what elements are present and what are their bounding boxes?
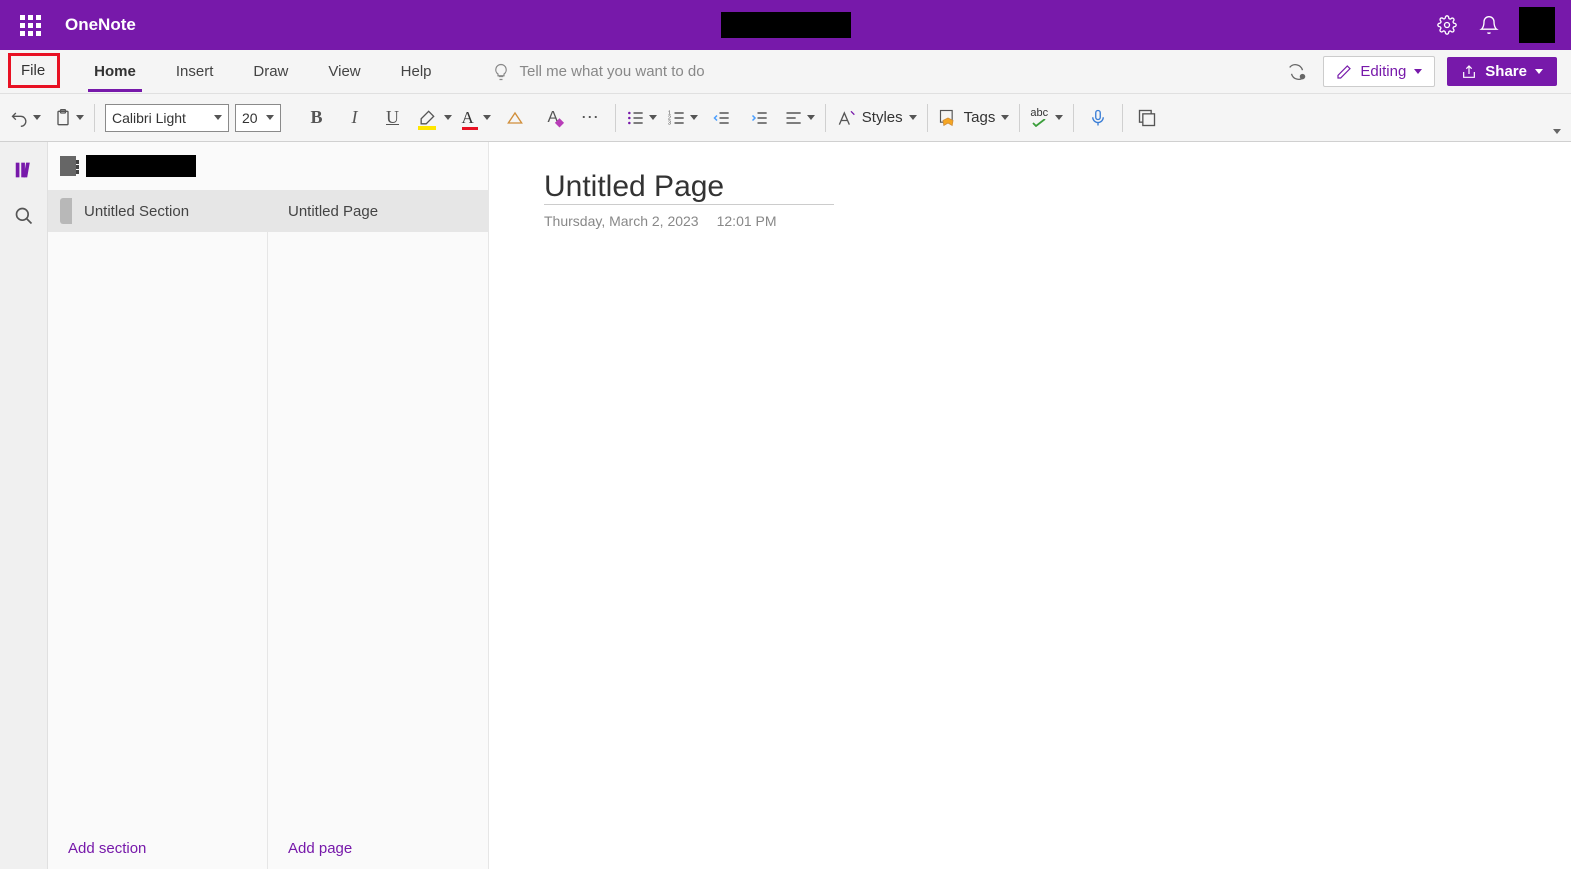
chevron-down-icon [266,115,274,120]
tags-label: Tags [964,109,996,126]
chevron-down-icon [649,115,657,120]
pages-list: Untitled Page Add page [268,190,488,869]
ribbon: Calibri Light 20 B I U A A◆ ⋯ [0,94,1571,142]
notebook-header[interactable] [48,142,488,190]
page-time: 12:01 PM [717,213,777,229]
navigation-pane: Untitled Section Add section Untitled Pa… [48,142,489,869]
font-name-select[interactable]: Calibri Light [105,104,229,132]
tab-help[interactable]: Help [393,57,440,86]
chevron-down-icon [909,115,917,120]
align-button[interactable] [784,108,815,128]
app-launcher[interactable] [10,5,50,45]
spell-label: abc [1030,108,1048,119]
font-color-swatch [462,127,478,130]
tags-button[interactable]: Tags [938,108,1010,128]
page-title-input[interactable]: Untitled Page [544,170,834,205]
chevron-down-icon [1535,69,1543,74]
main: Untitled Section Add section Untitled Pa… [0,142,1571,869]
chevron-down-icon [483,115,491,120]
user-avatar[interactable] [1519,7,1555,43]
document-title-redacted[interactable] [721,12,851,38]
chevron-down-icon [33,115,41,120]
highlight-button[interactable] [417,108,452,128]
sync-status-icon[interactable] [1283,58,1311,86]
page-canvas[interactable]: Untitled Page Thursday, March 2, 2023 12… [489,142,1571,869]
chevron-down-icon [1055,115,1063,120]
lightbulb-icon [492,63,510,81]
svg-text:3: 3 [668,120,671,126]
bold-button[interactable]: B [303,104,331,132]
font-size-value: 20 [242,110,258,126]
styles-icon [836,108,856,128]
spellcheck-button[interactable]: abc [1030,108,1063,127]
chevron-down-icon [214,115,222,120]
file-tab[interactable]: File [8,53,60,88]
add-section-button[interactable]: Add section [48,827,267,869]
font-color-button[interactable]: A [462,108,491,128]
section-tab-icon [60,198,72,224]
numbered-list-button[interactable]: 123 [667,108,698,128]
section-item[interactable]: Untitled Section [48,190,267,232]
page-label: Untitled Page [288,203,378,220]
titlebar: OneNote [0,0,1571,50]
pencil-icon [1336,64,1352,80]
page-date: Thursday, March 2, 2023 [544,213,699,229]
styles-button[interactable]: Styles [836,108,917,128]
share-icon [1461,64,1477,80]
sections-list: Untitled Section Add section [48,190,268,869]
tab-insert[interactable]: Insert [168,57,222,86]
share-button[interactable]: Share [1447,57,1557,86]
editing-label: Editing [1360,63,1406,80]
dictate-button[interactable] [1084,104,1112,132]
undo-button[interactable] [10,108,41,128]
tell-me-placeholder: Tell me what you want to do [520,63,705,80]
tab-view[interactable]: View [320,57,368,86]
waffle-icon [20,15,41,36]
chevron-down-icon [807,115,815,120]
clear-formatting-button[interactable] [501,104,529,132]
format-painter-button[interactable]: A◆ [539,104,567,132]
paste-button[interactable] [53,108,84,128]
highlight-color-swatch [418,126,436,130]
notebook-icon [60,156,76,176]
chevron-down-icon [76,115,84,120]
app-name: OneNote [65,15,136,35]
styles-label: Styles [862,109,903,126]
share-label: Share [1485,63,1527,80]
indent-button[interactable] [746,104,774,132]
left-rail [0,142,48,869]
chevron-down-icon [1414,69,1422,74]
chevron-down-icon [690,115,698,120]
tab-home[interactable]: Home [86,57,144,86]
menubar: File Home Insert Draw View Help Tell me … [0,50,1571,94]
tab-draw[interactable]: Draw [245,57,296,86]
notifications-icon[interactable] [1477,13,1501,37]
chevron-down-icon [1001,115,1009,120]
settings-icon[interactable] [1435,13,1459,37]
tell-me-search[interactable]: Tell me what you want to do [492,63,705,81]
more-formatting-button[interactable]: ⋯ [577,104,605,132]
font-name-value: Calibri Light [112,110,186,126]
tags-icon [938,108,958,128]
feed-button[interactable] [1133,104,1161,132]
ribbon-collapse-button[interactable] [1553,121,1561,141]
page-meta: Thursday, March 2, 2023 12:01 PM [544,213,1571,229]
italic-button[interactable]: I [341,104,369,132]
chevron-down-icon [444,115,452,120]
page-item[interactable]: Untitled Page [268,190,488,232]
outdent-button[interactable] [708,104,736,132]
notebooks-button[interactable] [10,156,38,184]
add-page-button[interactable]: Add page [268,827,488,869]
bullet-list-button[interactable] [626,108,657,128]
section-label: Untitled Section [84,203,189,220]
editing-mode-button[interactable]: Editing [1323,56,1435,87]
underline-button[interactable]: U [379,104,407,132]
search-button[interactable] [10,202,38,230]
notebook-name-redacted [86,155,196,177]
font-size-select[interactable]: 20 [235,104,281,132]
